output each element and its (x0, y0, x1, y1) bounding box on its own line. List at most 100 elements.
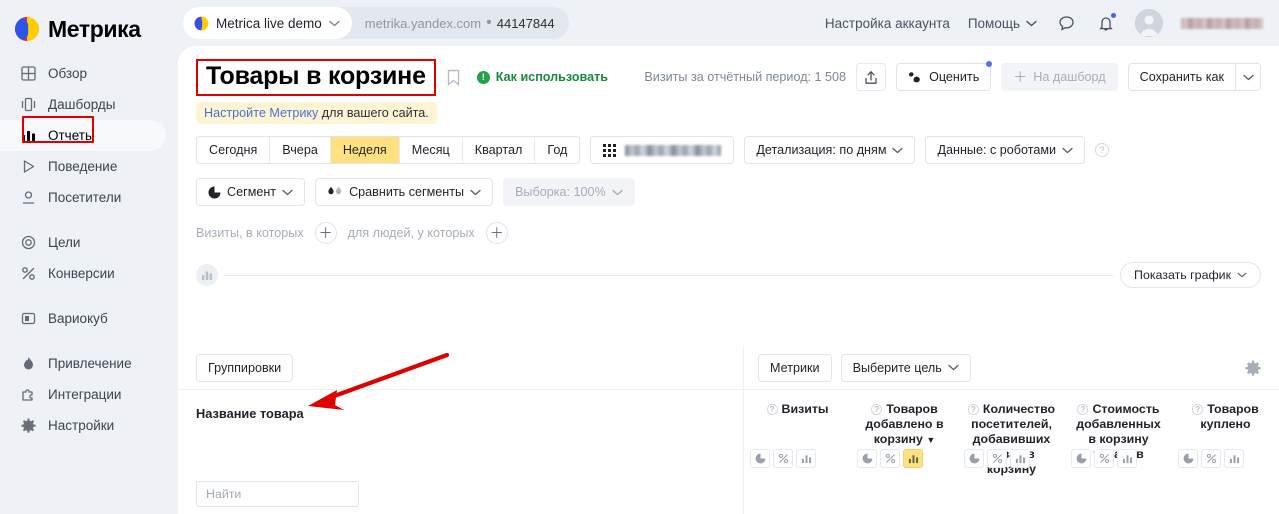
chevron-down-icon (892, 147, 904, 154)
person-icon (20, 189, 37, 206)
period-month[interactable]: Месяц (399, 137, 463, 163)
rate-button[interactable]: Оценить (896, 61, 993, 91)
data-robots-label: Данные: с роботами (937, 143, 1057, 157)
percent-icon[interactable] (880, 449, 900, 468)
question-mark-icon[interactable]: ? (1095, 143, 1110, 157)
search-input[interactable] (197, 482, 358, 506)
detalization-dropdown[interactable]: Детализация: по дням (744, 136, 916, 164)
add-to-dashboard-button[interactable]: ＋ На дашборд (1001, 63, 1118, 91)
add-people-filter-button[interactable]: ＋ (485, 222, 508, 244)
sidebar-item-nastroyki[interactable]: Настройки (0, 410, 166, 441)
setup-metrica-link[interactable]: Настройте Метрику (204, 106, 318, 120)
sidebar-item-celi[interactable]: Цели (0, 227, 166, 258)
percent-icon[interactable] (1094, 449, 1114, 468)
save-as-dropdown-toggle[interactable] (1235, 63, 1261, 91)
pie-chart-icon[interactable] (964, 449, 984, 468)
metric-view-icons (1071, 449, 1137, 468)
pie-chart-icon[interactable] (1178, 449, 1198, 468)
compare-segments-label: Сравнить сегменты (349, 185, 465, 199)
metric-title[interactable]: ? Товаров добавлено в корзину ▼ (857, 402, 952, 448)
data-robots-dropdown[interactable]: Данные: с роботами (925, 136, 1086, 164)
share-icon[interactable] (856, 63, 887, 91)
metrics-button[interactable]: Метрики (758, 353, 832, 382)
how-to-use-link[interactable]: ! Как использовать (476, 70, 608, 84)
bar-chart-icon[interactable] (1224, 449, 1244, 468)
period-today[interactable]: Сегодня (197, 137, 271, 163)
sidebar-item-variokub[interactable]: Вариокуб (0, 303, 166, 334)
site-selector-button[interactable]: Metrica live demo (183, 7, 352, 39)
sidebar-group-4: Привлечение Интеграции Настройки (0, 348, 178, 441)
sidebar-item-konversii[interactable]: Конверсии (0, 258, 166, 289)
groupings-button[interactable]: Группировки (196, 353, 294, 382)
avatar[interactable] (1135, 9, 1163, 37)
bar-chart-icon[interactable] (1117, 449, 1137, 468)
date-range-picker[interactable] (590, 136, 735, 164)
compare-segments-dropdown[interactable]: Сравнить сегменты (315, 178, 494, 206)
page-title: Товары в корзине (196, 58, 436, 96)
sidebar-item-povedenie[interactable]: Поведение (0, 151, 166, 182)
date-range-value (625, 144, 722, 156)
sidebar-item-integracii[interactable]: Интеграции (0, 379, 166, 410)
percent-icon[interactable] (1201, 449, 1221, 468)
save-as-split-button: Сохранить как (1127, 63, 1261, 91)
gear-icon[interactable] (1245, 360, 1261, 376)
sidebar-item-otchety[interactable]: Отчеты (0, 120, 166, 151)
sidebar-item-obzor[interactable]: Обзор (0, 58, 166, 89)
chat-bubble-icon[interactable] (1055, 12, 1077, 34)
segment-dropdown[interactable]: Сегмент (196, 178, 306, 206)
sidebar-item-label: Настройки (48, 418, 115, 433)
metric-column-items-added: ? Товаров добавлено в корзину ▼ (851, 402, 958, 477)
search-input-wrapper[interactable] (196, 481, 359, 507)
sidebar-item-posetiteli[interactable]: Посетители (0, 182, 166, 213)
pie-chart-icon[interactable] (857, 449, 877, 468)
site-url: metrika.yandex.com (364, 15, 482, 31)
metric-title[interactable]: ? Товаров куплено (1178, 402, 1273, 432)
select-goal-dropdown[interactable]: Выберите цель (840, 353, 971, 382)
chevron-down-icon (470, 189, 481, 196)
pie-chart-icon[interactable] (1071, 449, 1091, 468)
topbar: Metrica live demo metrika.yandex.com • 4… (178, 0, 1279, 46)
report-table: Группировки Название товара Метрики Выбе… (178, 346, 1279, 514)
setup-notice: Настройте Метрику для вашего сайта. (196, 102, 437, 124)
period-quarter[interactable]: Квартал (462, 137, 536, 163)
flame-icon (20, 355, 37, 372)
metric-title[interactable]: ? Визиты (750, 402, 845, 417)
bar-chart-icon[interactable] (796, 449, 816, 468)
period-yesterday[interactable]: Вчера (270, 137, 331, 163)
bookmark-icon[interactable] (447, 68, 463, 86)
show-chart-button[interactable]: Показать график (1120, 262, 1261, 288)
sort-caret-icon[interactable]: ▼ (926, 435, 935, 445)
visits-filter-label: Визиты, в которых (196, 226, 304, 240)
site-selector[interactable]: Metrica live demo metrika.yandex.com • 4… (183, 7, 569, 39)
metric-column-visitors-added: ?Количество посетителей, добавивших това… (958, 402, 1065, 477)
chevron-down-icon (1242, 74, 1254, 81)
percent-icon[interactable] (987, 449, 1007, 468)
add-visits-filter-button[interactable]: ＋ (314, 222, 337, 244)
sidebar: Метрика Обзор Дашборды Отчеты Поведение … (0, 0, 178, 514)
sidebar-item-dashbordy[interactable]: Дашборды (0, 89, 166, 120)
sample-dropdown[interactable]: Выборка: 100% (503, 178, 635, 206)
brand[interactable]: Метрика (0, 0, 178, 46)
sidebar-item-label: Привлечение (48, 356, 132, 371)
percent-icon[interactable] (773, 449, 793, 468)
metric-view-icons (1178, 449, 1244, 468)
sidebar-item-label: Поведение (48, 159, 118, 174)
pie-chart-icon[interactable] (750, 449, 770, 468)
save-as-button[interactable]: Сохранить как (1127, 63, 1235, 91)
sidebar-item-privlechenie[interactable]: Привлечение (0, 348, 166, 379)
bar-chart-icon (20, 127, 37, 144)
show-chart-label: Показать график (1134, 268, 1231, 282)
period-year[interactable]: Год (535, 137, 580, 163)
chevron-down-icon (948, 364, 959, 371)
bar-chart-icon[interactable] (903, 449, 923, 468)
bar-chart-icon[interactable] (1010, 449, 1030, 468)
account-settings-link[interactable]: Настройка аккаунта (825, 16, 950, 31)
dimension-column-header[interactable]: Название товара (178, 390, 743, 421)
bell-icon[interactable] (1095, 12, 1117, 34)
dashboard-icon (20, 96, 37, 113)
info-circle-icon: ! (476, 70, 490, 84)
sidebar-nav: Обзор Дашборды Отчеты Поведение Посетите… (0, 58, 178, 441)
period-week[interactable]: Неделя (330, 137, 400, 163)
help-menu[interactable]: Помощь (968, 16, 1037, 31)
chart-toggle-bar: Показать график (178, 244, 1279, 288)
